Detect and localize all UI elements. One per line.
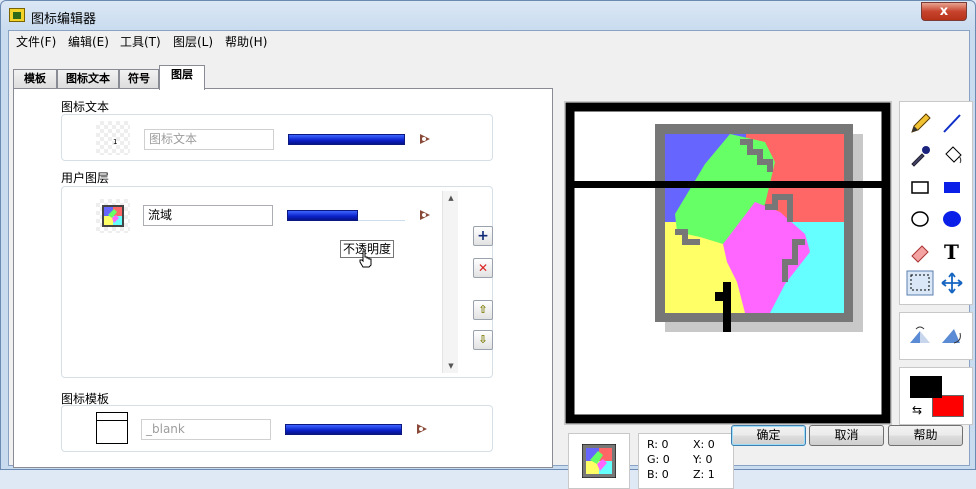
template-opacity-slider[interactable] xyxy=(285,424,402,435)
ellipse-icon[interactable] xyxy=(906,206,934,232)
move-layer-up-button[interactable]: ⇧ xyxy=(473,300,493,320)
move-icon[interactable] xyxy=(938,270,966,296)
filled-rectangle-icon[interactable] xyxy=(938,174,966,200)
move-layer-down-button[interactable]: ⇩ xyxy=(473,330,493,350)
readout-y: Y: 0 xyxy=(693,453,713,466)
tab-layers[interactable]: 图层 xyxy=(159,65,205,90)
fill-bucket-icon[interactable] xyxy=(938,142,966,168)
icon-preview xyxy=(582,444,616,478)
menu-edit[interactable]: 编辑(E) xyxy=(68,33,109,50)
color-picker-panel: ⇆ xyxy=(899,367,973,425)
tab-templates[interactable]: 模板 xyxy=(13,69,57,89)
icon-text-thumbnail: 1 xyxy=(96,121,130,155)
icon-text-name-field[interactable]: 图标文本 xyxy=(144,129,274,150)
menu-file[interactable]: 文件(F) xyxy=(16,33,56,50)
layer-thumbnail-icon xyxy=(102,205,124,227)
tab-glyphs[interactable]: 符号 xyxy=(119,69,159,89)
title-bar[interactable]: 图标编辑器 x xyxy=(1,1,975,29)
svg-text:T: T xyxy=(944,240,959,264)
readout-g: G: 0 xyxy=(647,453,670,466)
swap-colors-icon[interactable]: ⇆ xyxy=(912,403,922,417)
flip-horizontal-icon[interactable] xyxy=(906,323,934,349)
thumbnail-text: 1 xyxy=(113,138,118,146)
rectangle-icon[interactable] xyxy=(906,174,934,200)
scroll-up-arrow-icon[interactable]: ▲ xyxy=(443,191,459,205)
drawing-canvas-panel[interactable] xyxy=(564,101,892,425)
pencil-icon[interactable] xyxy=(906,110,934,136)
window-title: 图标编辑器 xyxy=(31,12,97,27)
ok-button[interactable]: 确定 xyxy=(731,425,806,446)
menu-bar: 文件(F) 编辑(E) 工具(T) 图层(L) 帮助(H) xyxy=(9,31,969,51)
tab-icon-text[interactable]: 图标文本 xyxy=(57,69,119,89)
layers-scrollbar[interactable]: ▲ ▼ xyxy=(442,191,458,373)
icon-text-layer-group: 1 图标文本 xyxy=(61,114,493,161)
layer-opacity-slider[interactable] xyxy=(287,210,358,221)
line-icon[interactable] xyxy=(938,110,966,136)
flip-tools-panel xyxy=(899,312,973,360)
icon-text-opacity-slider[interactable] xyxy=(288,134,405,145)
menu-tools[interactable]: 工具(T) xyxy=(120,33,161,50)
layers-tab-panel: 图标文本 1 图标文本 用户图层 流域 ▲ ▼ + ✕ ⇧ ⇩ 图标模板 _bl… xyxy=(13,88,553,468)
template-layer-group: _blank xyxy=(61,405,493,452)
text-icon[interactable]: T xyxy=(938,238,966,264)
icon-editor-window: 图标编辑器 x 文件(F) 编辑(E) 工具(T) 图层(L) 帮助(H) 模板… xyxy=(0,0,976,489)
client-area: 文件(F) 编辑(E) 工具(T) 图层(L) 帮助(H) 模板 图标文本 符号… xyxy=(8,30,973,489)
user-layers-group: 流域 ▲ ▼ xyxy=(61,186,493,378)
tools-palette: T xyxy=(899,101,973,305)
foreground-color-swatch[interactable] xyxy=(910,376,942,398)
filled-ellipse-icon[interactable] xyxy=(938,206,966,232)
delete-layer-button[interactable]: ✕ xyxy=(473,258,493,278)
add-layer-button[interactable]: + xyxy=(473,226,493,246)
select-icon[interactable] xyxy=(906,270,934,296)
labview-app-icon xyxy=(9,8,25,22)
template-thumbnail xyxy=(96,412,128,444)
scroll-down-arrow-icon[interactable]: ▼ xyxy=(443,359,459,373)
visibility-eye-icon[interactable] xyxy=(415,422,429,436)
hand-cursor-icon xyxy=(359,250,372,268)
close-button[interactable]: x xyxy=(921,2,967,21)
user-layers-section-label: 用户图层 xyxy=(61,171,110,185)
eraser-icon[interactable] xyxy=(906,238,934,264)
pixel-readout-panel: R: 0 X: 0 G: 0 Y: 0 B: 0 Z: 1 xyxy=(638,433,734,489)
icon-preview-panel xyxy=(568,433,630,489)
drawing-canvas[interactable] xyxy=(565,102,891,424)
background-color-swatch[interactable] xyxy=(932,395,964,417)
readout-x: X: 0 xyxy=(693,438,715,451)
layer-thumbnail xyxy=(96,199,130,233)
visibility-eye-icon[interactable] xyxy=(418,208,432,222)
help-button[interactable]: 帮助 xyxy=(888,425,963,446)
template-name-field[interactable]: _blank xyxy=(141,419,271,440)
layer-name-field[interactable]: 流域 xyxy=(143,205,273,226)
cancel-button[interactable]: 取消 xyxy=(809,425,884,446)
icon-text-section-label: 图标文本 xyxy=(61,100,110,114)
dropper-icon[interactable] xyxy=(906,142,934,168)
menu-help[interactable]: 帮助(H) xyxy=(225,33,267,50)
menu-layers[interactable]: 图层(L) xyxy=(173,33,213,50)
visibility-eye-icon[interactable] xyxy=(418,132,432,146)
rotate-icon[interactable] xyxy=(938,323,966,349)
readout-r: R: 0 xyxy=(647,438,669,451)
